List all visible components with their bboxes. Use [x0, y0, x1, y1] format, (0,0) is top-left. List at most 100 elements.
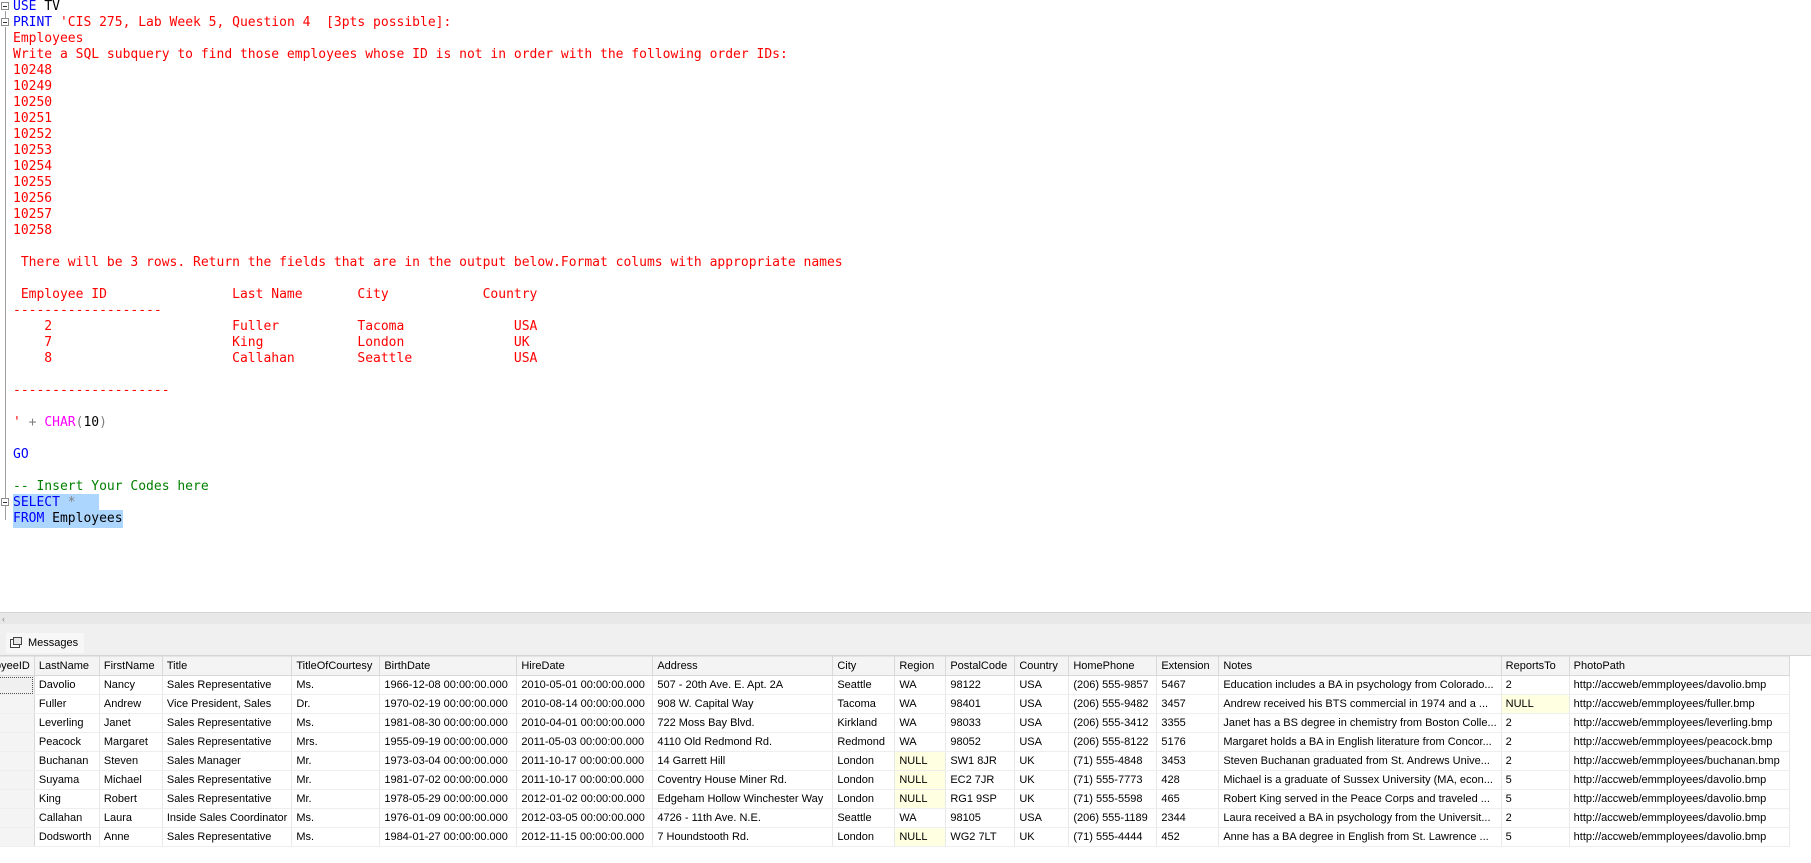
- table-cell[interactable]: 465: [1156, 789, 1220, 809]
- table-cell[interactable]: Ms.: [291, 808, 381, 828]
- table-cell[interactable]: Dodsworth: [34, 827, 100, 847]
- table-cell[interactable]: USA: [1014, 808, 1070, 828]
- table-cell[interactable]: Laura received a BA in psychology from t…: [1218, 808, 1502, 828]
- table-cell[interactable]: (206) 555-9482: [1068, 694, 1158, 714]
- table-cell[interactable]: WA: [894, 675, 947, 695]
- table-cell[interactable]: http://accweb/emmployees/fuller.bmp: [1569, 694, 1790, 714]
- row-cell-employee-id[interactable]: [0, 713, 35, 733]
- table-cell[interactable]: Mr.: [291, 770, 381, 790]
- table-cell[interactable]: 2010-08-14 00:00:00.000: [516, 694, 654, 714]
- table-cell[interactable]: NULL: [894, 770, 947, 790]
- table-cell[interactable]: Ms.: [291, 675, 381, 695]
- table-cell[interactable]: 2344: [1156, 808, 1220, 828]
- table-cell[interactable]: 2: [1501, 675, 1570, 695]
- collapse-toggle-icon[interactable]: [1, 498, 9, 506]
- table-cell[interactable]: (71) 555-5598: [1068, 789, 1158, 809]
- table-cell[interactable]: 5176: [1156, 732, 1220, 752]
- table-cell[interactable]: RG1 9SP: [945, 789, 1016, 809]
- table-cell[interactable]: http://accweb/emmployees/buchanan.bmp: [1569, 751, 1790, 771]
- row-cell-employee-id[interactable]: [0, 789, 35, 809]
- sql-editor[interactable]: USE TV PRINT 'CIS 275, Lab Week 5, Quest…: [0, 0, 1811, 612]
- table-cell[interactable]: London: [832, 770, 896, 790]
- table-cell[interactable]: Ms.: [291, 713, 381, 733]
- table-cell[interactable]: 1955-09-19 00:00:00.000: [379, 732, 518, 752]
- table-row[interactable]: King Robert Sales Representative Mr. 1978-05…: [0, 789, 1790, 809]
- table-cell[interactable]: 98122: [945, 675, 1016, 695]
- pane-splitter[interactable]: [0, 624, 1811, 631]
- table-cell[interactable]: http://accweb/emmployees/davolio.bmp: [1569, 789, 1790, 809]
- column-header[interactable]: HomePhone: [1068, 656, 1158, 676]
- table-cell[interactable]: Peacock: [34, 732, 100, 752]
- table-cell[interactable]: 2: [1501, 751, 1570, 771]
- table-cell[interactable]: Sales Representative: [162, 713, 293, 733]
- table-cell[interactable]: Ms.: [291, 827, 381, 847]
- column-header[interactable]: TitleOfCourtesy: [291, 656, 381, 676]
- table-cell[interactable]: 2011-05-03 00:00:00.000: [516, 732, 654, 752]
- table-row[interactable]: Leverling Janet Sales Representative Ms. 198…: [0, 713, 1790, 733]
- column-header[interactable]: Region: [894, 656, 947, 676]
- table-cell[interactable]: (71) 555-4848: [1068, 751, 1158, 771]
- table-cell[interactable]: Seattle: [832, 675, 896, 695]
- table-cell[interactable]: (71) 555-7773: [1068, 770, 1158, 790]
- table-cell[interactable]: Buchanan: [34, 751, 100, 771]
- table-cell[interactable]: 2011-10-17 00:00:00.000: [516, 770, 654, 790]
- table-cell[interactable]: USA: [1014, 732, 1070, 752]
- table-cell[interactable]: 1978-05-29 00:00:00.000: [379, 789, 518, 809]
- table-row[interactable]: Buchanan Steven Sales Manager Mr. 1973-03-04…: [0, 751, 1790, 771]
- table-cell[interactable]: http://accweb/emmployees/davolio.bmp: [1569, 827, 1790, 847]
- scroll-left-icon[interactable]: ‹: [2, 614, 5, 624]
- table-row[interactable]: Suyama Michael Sales Representative Mr. 1981…: [0, 770, 1790, 790]
- table-cell[interactable]: Andrew: [99, 694, 163, 714]
- row-cell-employee-id[interactable]: [0, 827, 35, 847]
- table-cell[interactable]: Mrs.: [291, 732, 381, 752]
- column-header[interactable]: ReportsTo: [1500, 656, 1570, 676]
- code-line-char[interactable]: ' + CHAR(10): [0, 414, 107, 432]
- table-cell[interactable]: Education includes a BA in psychology fr…: [1218, 675, 1502, 695]
- table-cell[interactable]: Sales Manager: [162, 751, 293, 771]
- table-cell[interactable]: Edgeham Hollow Winchester Way: [652, 789, 834, 809]
- table-cell[interactable]: 14 Garrett Hill: [652, 751, 834, 771]
- table-cell[interactable]: 1966-12-08 00:00:00.000: [379, 675, 518, 695]
- table-cell[interactable]: Sales Representative: [162, 675, 293, 695]
- table-cell[interactable]: 2: [1501, 808, 1570, 828]
- code-line-go[interactable]: GO: [0, 446, 31, 464]
- table-cell[interactable]: Suyama: [34, 770, 100, 790]
- table-cell[interactable]: NULL: [894, 789, 947, 809]
- table-cell[interactable]: Anne: [99, 827, 163, 847]
- table-cell[interactable]: Michael is a graduate of Sussex Universi…: [1218, 770, 1502, 790]
- column-header[interactable]: City: [832, 656, 896, 676]
- table-cell[interactable]: Callahan: [34, 808, 100, 828]
- collapse-toggle-icon[interactable]: [1, 18, 9, 26]
- table-cell[interactable]: 507 - 20th Ave. E. Apt. 2A: [652, 675, 834, 695]
- table-cell[interactable]: Anne has a BA degree in English from St.…: [1218, 827, 1502, 847]
- table-cell[interactable]: Janet: [99, 713, 163, 733]
- table-cell[interactable]: Sales Representative: [162, 770, 293, 790]
- table-cell[interactable]: 1981-07-02 00:00:00.000: [379, 770, 518, 790]
- column-header[interactable]: Title: [161, 656, 293, 676]
- table-cell[interactable]: 7 Houndstooth Rd.: [652, 827, 834, 847]
- table-cell[interactable]: 5: [1501, 789, 1570, 809]
- column-header[interactable]: Extension: [1156, 656, 1220, 676]
- table-cell[interactable]: Robert King served in the Peace Corps an…: [1218, 789, 1502, 809]
- table-cell[interactable]: Robert: [99, 789, 163, 809]
- table-cell[interactable]: 98105: [945, 808, 1016, 828]
- table-cell[interactable]: 4726 - 11th Ave. N.E.: [652, 808, 834, 828]
- table-cell[interactable]: 2012-11-15 00:00:00.000: [516, 827, 654, 847]
- column-header[interactable]: LastName: [33, 656, 100, 676]
- table-cell[interactable]: Mr.: [291, 789, 381, 809]
- row-cell-employee-id[interactable]: [0, 675, 35, 695]
- table-cell[interactable]: London: [832, 827, 896, 847]
- table-row[interactable]: Dodsworth Anne Sales Representative Ms. 1984…: [0, 827, 1790, 847]
- table-cell[interactable]: 908 W. Capital Way: [652, 694, 834, 714]
- column-header[interactable]: PhotoPath: [1568, 656, 1790, 676]
- table-cell[interactable]: Tacoma: [832, 694, 896, 714]
- table-cell[interactable]: Davolio: [34, 675, 100, 695]
- column-header[interactable]: PostalCode: [945, 656, 1016, 676]
- table-cell[interactable]: 5: [1501, 827, 1570, 847]
- table-cell[interactable]: WA: [894, 713, 947, 733]
- table-cell[interactable]: 2012-01-02 00:00:00.000: [516, 789, 654, 809]
- table-cell[interactable]: WA: [894, 694, 947, 714]
- table-cell[interactable]: (206) 555-8122: [1068, 732, 1158, 752]
- table-cell[interactable]: http://accweb/emmployees/leverling.bmp: [1569, 713, 1790, 733]
- table-cell[interactable]: http://accweb/emmployees/davolio.bmp: [1569, 808, 1790, 828]
